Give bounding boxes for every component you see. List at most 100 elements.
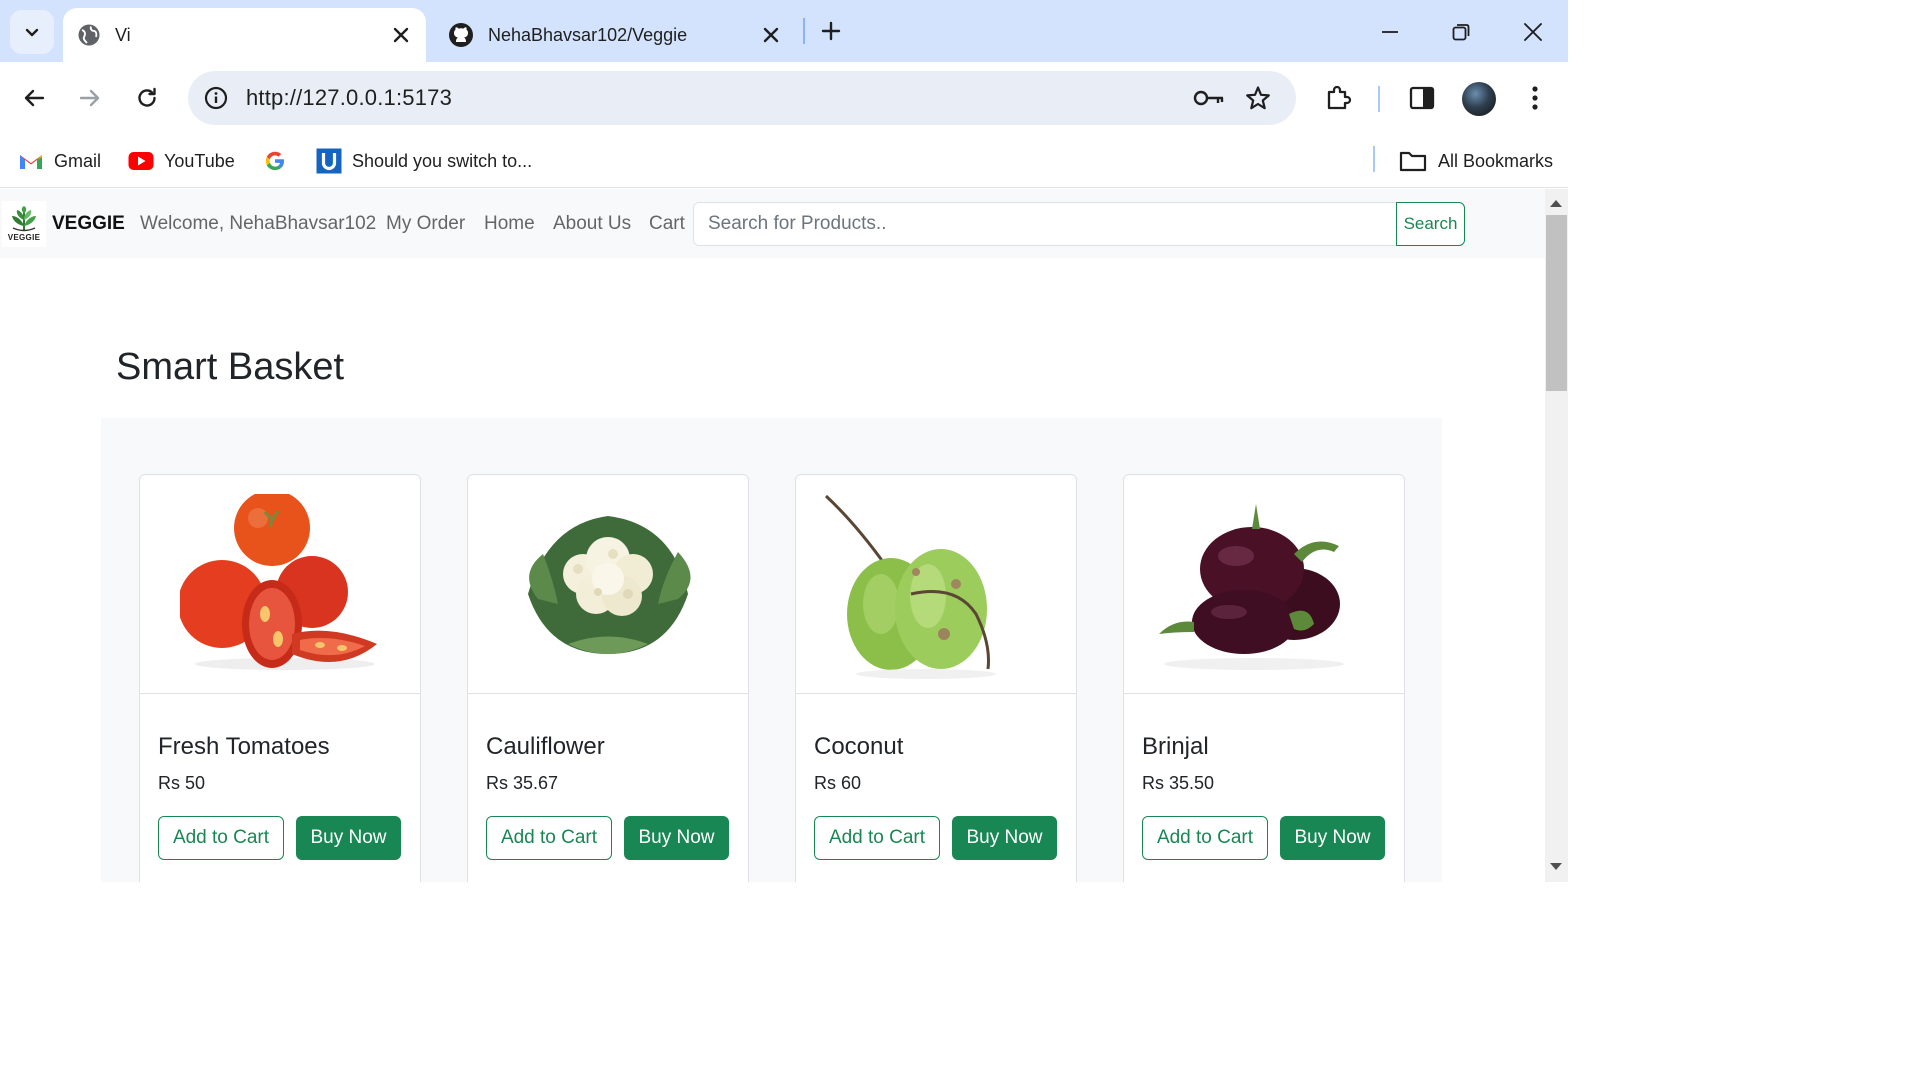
chrome-menu-button[interactable] xyxy=(1515,78,1555,118)
bookmark-youtube[interactable]: YouTube xyxy=(128,146,235,176)
product-name: Cauliflower xyxy=(486,733,605,760)
brand-name[interactable]: VEGGIE xyxy=(52,213,125,235)
scroll-up-button[interactable] xyxy=(1549,196,1563,210)
bookmark-label: YouTube xyxy=(164,150,235,171)
product-card: Brinjal Rs 35.50 Add to Cart Buy Now xyxy=(1123,474,1405,882)
password-key-button[interactable] xyxy=(1191,84,1227,112)
add-to-cart-button[interactable]: Add to Cart xyxy=(158,816,284,860)
scroll-down-button[interactable] xyxy=(1549,860,1563,874)
veggie-logo[interactable]: VEGGIE xyxy=(2,201,46,247)
bookmarks-divider xyxy=(1373,146,1375,172)
bookmark-gmail[interactable]: Gmail xyxy=(18,146,101,176)
add-to-cart-button[interactable]: Add to Cart xyxy=(814,816,940,860)
search-button[interactable]: Search xyxy=(1396,202,1465,246)
bookmark-should-you-switch[interactable]: Should you switch to... xyxy=(316,146,532,176)
tab-github[interactable]: NehaBhavsar102/Veggie xyxy=(434,8,796,62)
all-bookmarks-label: All Bookmarks xyxy=(1438,150,1554,171)
tomato-image[interactable] xyxy=(140,475,420,694)
toolbar-divider xyxy=(1378,86,1380,112)
google-icon xyxy=(262,148,288,174)
key-icon xyxy=(1193,90,1224,106)
page-viewport: VEGGIE VEGGIE Welcome, NehaBhavsar102 My… xyxy=(0,189,1545,882)
u-site-icon xyxy=(316,148,342,174)
triangle-up-icon xyxy=(1550,200,1562,207)
nav-cart[interactable]: Cart xyxy=(649,213,685,235)
more-vertical-icon xyxy=(1532,86,1538,110)
plus-icon xyxy=(821,21,841,41)
star-icon xyxy=(1246,86,1270,110)
nav-about-us[interactable]: About Us xyxy=(553,213,631,235)
chevron-down-icon xyxy=(25,28,39,37)
info-icon xyxy=(204,86,228,110)
bookmark-label: Gmail xyxy=(54,150,102,171)
buy-now-button[interactable]: Buy Now xyxy=(1280,816,1385,860)
folder-icon xyxy=(1398,148,1428,174)
product-name: Fresh Tomatoes xyxy=(158,733,330,760)
cauliflower-image[interactable] xyxy=(468,475,748,694)
github-icon xyxy=(449,23,473,47)
youtube-icon xyxy=(128,148,154,174)
bookmark-star-button[interactable] xyxy=(1242,82,1274,114)
arrow-right-icon xyxy=(79,89,100,107)
buy-now-button[interactable]: Buy Now xyxy=(952,816,1057,860)
globe-icon xyxy=(78,24,100,46)
site-info-button[interactable] xyxy=(202,84,230,112)
minimize-icon xyxy=(1382,31,1398,33)
site-navbar: VEGGIE VEGGIE Welcome, NehaBhavsar102 My… xyxy=(0,189,1545,258)
restore-button[interactable] xyxy=(1441,12,1481,52)
welcome-link[interactable]: Welcome, NehaBhavsar102 xyxy=(140,213,376,235)
tab-strip: Vi NehaBhavsar102/Veggie xyxy=(0,0,1568,62)
forward-button[interactable] xyxy=(70,78,110,118)
tab-title: Vi xyxy=(115,24,131,45)
address-bar[interactable]: http://127.0.0.1:5173 xyxy=(188,71,1296,125)
close-window-button[interactable] xyxy=(1513,12,1553,52)
minimize-button[interactable] xyxy=(1370,12,1410,52)
product-search-input[interactable]: Search for Products.. xyxy=(693,202,1397,246)
close-icon xyxy=(763,27,779,43)
scrollbar-thumb[interactable] xyxy=(1546,215,1567,391)
buy-now-button[interactable]: Buy Now xyxy=(296,816,401,860)
tab-active[interactable]: Vi xyxy=(63,8,426,62)
back-button[interactable] xyxy=(14,78,54,118)
nav-home[interactable]: Home xyxy=(484,213,535,235)
product-price: Rs 60 xyxy=(814,773,862,793)
profile-avatar[interactable] xyxy=(1462,82,1496,116)
bookmark-google[interactable] xyxy=(262,146,298,176)
extensions-button[interactable] xyxy=(1318,78,1358,118)
add-to-cart-button[interactable]: Add to Cart xyxy=(486,816,612,860)
puzzle-icon xyxy=(1327,85,1352,110)
product-name: Brinjal xyxy=(1142,733,1209,760)
close-tab-button[interactable] xyxy=(756,20,786,50)
browser-toolbar: http://127.0.0.1:5173 xyxy=(0,62,1568,134)
nav-my-order[interactable]: My Order xyxy=(386,213,465,235)
all-bookmarks-button[interactable]: All Bookmarks xyxy=(1398,146,1553,176)
triangle-down-icon xyxy=(1550,863,1562,870)
reload-button[interactable] xyxy=(127,78,167,118)
side-panel-button[interactable] xyxy=(1402,78,1442,118)
product-card: Cauliflower Rs 35.67 Add to Cart Buy Now xyxy=(467,474,749,882)
product-name: Coconut xyxy=(814,733,904,760)
buy-now-button[interactable]: Buy Now xyxy=(624,816,729,860)
close-icon xyxy=(393,27,409,43)
close-icon xyxy=(1524,23,1542,41)
reload-icon xyxy=(138,87,156,107)
product-price: Rs 35.50 xyxy=(1142,773,1215,793)
product-card: Coconut Rs 60 Add to Cart Buy Now xyxy=(795,474,1077,882)
brinjal-image[interactable] xyxy=(1124,475,1404,694)
add-to-cart-button[interactable]: Add to Cart xyxy=(1142,816,1268,860)
bookmark-label: Should you switch to... xyxy=(352,150,533,171)
coconut-image[interactable] xyxy=(796,475,1076,694)
tab-search-button[interactable] xyxy=(10,10,54,54)
close-tab-button[interactable] xyxy=(386,20,416,50)
tab-title: NehaBhavsar102/Veggie xyxy=(488,24,688,45)
bookmarks-bar: Gmail YouTube Should you switch to... Al… xyxy=(0,134,1568,188)
gmail-icon xyxy=(18,148,44,174)
product-card: Fresh Tomatoes Rs 50 Add to Cart Buy Now xyxy=(139,474,421,882)
side-panel-icon xyxy=(1409,86,1435,110)
tab-divider xyxy=(803,18,805,44)
leaf-logo-icon xyxy=(12,206,36,232)
url-text[interactable]: http://127.0.0.1:5173 xyxy=(246,85,452,111)
arrow-left-icon xyxy=(24,89,45,107)
product-price: Rs 35.67 xyxy=(486,773,559,793)
new-tab-button[interactable] xyxy=(815,15,847,47)
